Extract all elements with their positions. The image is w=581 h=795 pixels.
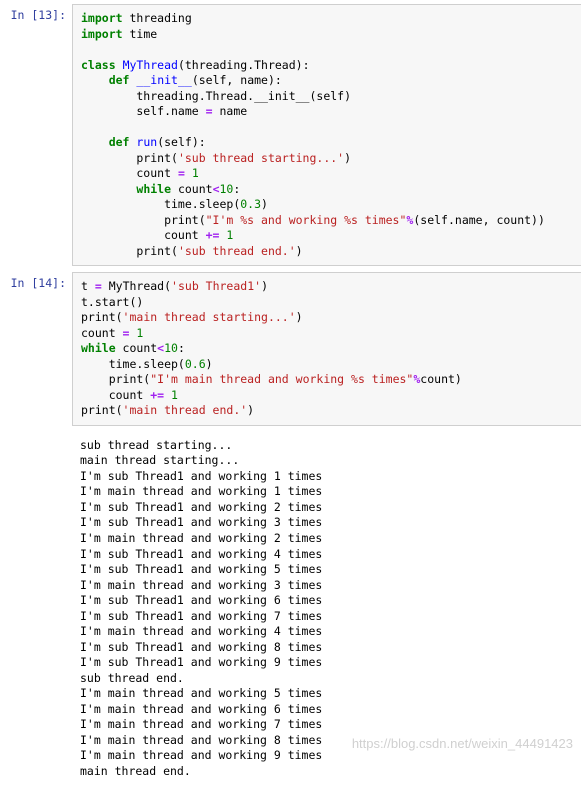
prompt-label-13: In [13]:: [4, 4, 72, 22]
prompt-label-14: In [14]:: [4, 272, 72, 290]
code-input-13[interactable]: import threading import time class MyThr…: [72, 4, 581, 266]
output-prompt-14: [4, 432, 72, 436]
output-cell-14: sub thread starting... main thread start…: [4, 432, 581, 785]
code-input-14[interactable]: t = MyThread('sub Thread1') t.start() pr…: [72, 272, 581, 426]
code-output-14: sub thread starting... main thread start…: [72, 432, 581, 785]
code-cell-13: In [13]: import threading import time cl…: [4, 4, 581, 266]
code-cell-14: In [14]: t = MyThread('sub Thread1') t.s…: [4, 272, 581, 426]
